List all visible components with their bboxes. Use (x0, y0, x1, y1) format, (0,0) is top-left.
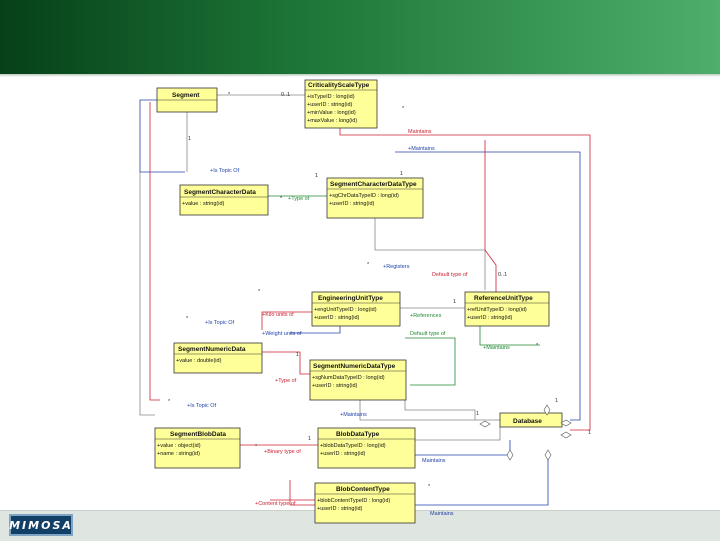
class-engineering-unit-type: EngineeringUnitType +engUnitTypeID : lon… (311, 291, 401, 327)
class-blob-content-type: BlobContentType +blobContentTypeID : lon… (314, 482, 416, 524)
multiplicity: * (402, 106, 405, 112)
assoc-label: +Maintains (340, 412, 367, 418)
class-blob-data-type: BlobDataType +blobDataTypeID : long(id) … (317, 427, 416, 469)
multiplicity: 0..1 (281, 92, 290, 98)
assoc-label: +Maintains (483, 345, 510, 351)
class-attr: +sgNumDataTypeID : long(id) (312, 375, 385, 381)
class-name: ReferenceUnitType (474, 295, 533, 302)
class-segment: Segment (156, 87, 218, 113)
class-segment-character-data-type: SegmentCharacterDataType +sgChrDataTypeI… (326, 177, 424, 219)
class-attr: +userID : string(id) (317, 506, 363, 512)
class-attr: +isTypeID : long(id) (307, 94, 355, 100)
composition-diamond (560, 431, 572, 439)
assoc-label: Maintains (430, 511, 454, 517)
composition-diamond (560, 419, 572, 427)
class-attr: +name : string(id) (157, 451, 200, 457)
multiplicity: 1 (453, 299, 456, 305)
assoc-label: Default type of (410, 331, 446, 337)
assoc-label: +Kilo units of (262, 312, 294, 318)
assoc-label: +Content type of (255, 501, 296, 507)
assoc-label: +Weight units of (262, 331, 302, 337)
uml-class-diagram: Segment CriticalityScaleType +isTypeID :… (139, 79, 591, 524)
assoc-label: +Is Topic Of (210, 168, 240, 174)
assoc-label: +Is Topic Of (187, 403, 217, 409)
multiplicity: * (186, 316, 189, 322)
multiplicity: 1 (476, 411, 479, 417)
multiplicity: 1 (308, 436, 311, 442)
class-attr: +userID : string(id) (312, 383, 358, 389)
assoc-label: +Registers (383, 264, 410, 270)
class-database: Database (479, 404, 572, 461)
class-attr: +minValue : long(id) (307, 110, 356, 116)
class-attr: +refUnitTypeID : long(id) (467, 307, 527, 313)
class-name: Database (513, 418, 542, 425)
composition-diamond (479, 420, 491, 428)
assoc-label: +Binary type of (264, 449, 301, 455)
class-name: SegmentCharacterDataType (330, 181, 417, 188)
class-attr: +blobDataTypeID : long(id) (320, 443, 386, 449)
class-attr: +value : object(id) (157, 443, 201, 449)
assoc-label: +Type of (288, 196, 310, 202)
class-attr: +sgChrDataTypeID : long(id) (329, 193, 399, 199)
class-name: SegmentNumericDataType (313, 363, 396, 370)
composition-diamond (506, 449, 514, 461)
assoc-label: +Maintains (408, 146, 435, 152)
line-numdata-numtype (262, 351, 310, 375)
assoc-label: +Is Topic Of (205, 320, 235, 326)
multiplicity: 1 (296, 352, 299, 358)
class-attr: +value : double(id) (176, 358, 222, 364)
line-green-default (405, 337, 456, 386)
class-name: BlobContentType (336, 486, 390, 493)
class-segment-blob-data: SegmentBlobData +value : object(id) +nam… (154, 427, 241, 469)
multiplicity: 1 (555, 398, 558, 404)
assoc-label: Default type of (432, 272, 468, 278)
multiplicity: * (258, 289, 261, 295)
class-name: SegmentNumericData (178, 346, 246, 353)
multiplicity: 1 (400, 171, 403, 177)
class-attr: +value : string(id) (182, 201, 225, 207)
class-attr: +maxValue : long(id) (307, 118, 357, 124)
line-registers-red (484, 140, 497, 292)
composition-diamond (544, 449, 552, 461)
multiplicity: * (280, 196, 283, 202)
line-gray-long (404, 400, 476, 420)
class-reference-unit-type: ReferenceUnitType +refUnitTypeID : long(… (464, 291, 550, 327)
class-name: CriticalityScaleType (308, 82, 370, 89)
assoc-label: Maintains (422, 458, 446, 464)
class-attr: +userID : string(id) (329, 201, 375, 207)
multiplicity: 0..1 (498, 272, 507, 278)
class-name: EngineeringUnitType (318, 295, 383, 302)
line-content-type (270, 490, 316, 501)
line-left-red (149, 102, 160, 401)
class-attr: +engUnitTypeID : long(id) (314, 307, 377, 313)
line-chartype-down (374, 218, 486, 290)
class-attr: +blobContentTypeID : long(id) (317, 498, 390, 504)
class-name: SegmentBlobData (170, 431, 226, 438)
line-left-gray-1 (139, 172, 155, 416)
multiplicity: * (367, 262, 370, 268)
assoc-label: Maintains (408, 129, 432, 135)
line-blob-maintains (415, 440, 511, 456)
class-segment-character-data: SegmentCharacterData +value : string(id) (179, 184, 269, 216)
class-name: BlobDataType (336, 431, 380, 438)
class-segment-numeric-data: SegmentNumericData +value : double(id) (173, 342, 263, 374)
class-name: SegmentCharacterData (184, 189, 256, 196)
class-criticality-scale-type: CriticalityScaleType +isTypeID : long(id… (304, 79, 378, 129)
class-attr: +userID : string(id) (467, 315, 513, 321)
class-attr: +userID : string(id) (320, 451, 366, 457)
multiplicity: * (168, 399, 171, 405)
multiplicity: 1 (188, 136, 191, 142)
multiplicity: * (536, 343, 539, 349)
multiplicity: 1 (588, 430, 591, 436)
class-name: Segment (172, 92, 200, 99)
assoc-label: +References (410, 313, 442, 319)
class-segment-numeric-data-type: SegmentNumericDataType +sgNumDataTypeID … (309, 359, 407, 401)
class-attr: +userID : string(id) (307, 102, 353, 108)
assoc-label: +Type of (275, 378, 297, 384)
class-attr: +userID : string(id) (314, 315, 360, 321)
line-blobtype-database (415, 427, 501, 441)
multiplicity: 1 (315, 173, 318, 179)
multiplicity: * (428, 484, 431, 490)
